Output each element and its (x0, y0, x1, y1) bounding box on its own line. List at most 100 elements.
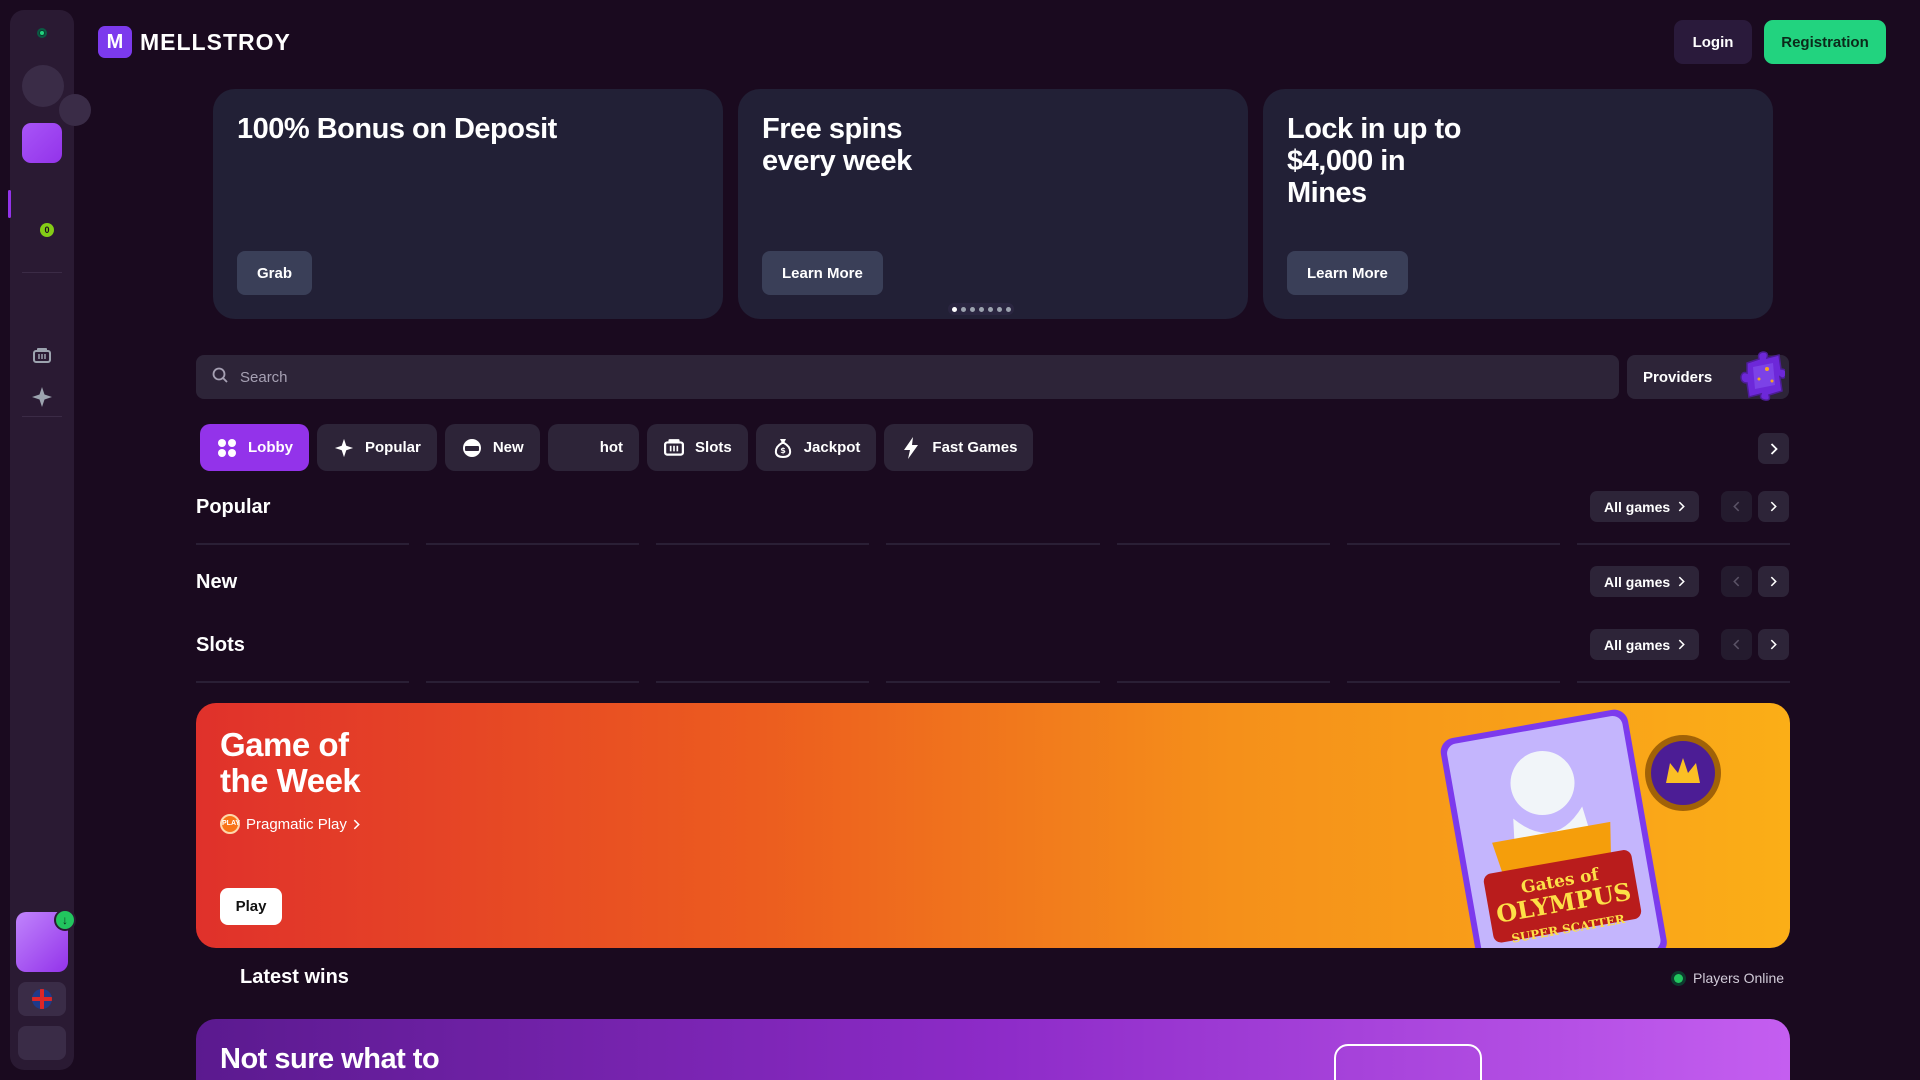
grid-icon (216, 437, 238, 459)
promo-title: Lock in up to $4,000 in Mines (1287, 113, 1461, 209)
logo-text: MELLSTROY (140, 28, 291, 55)
registration-button[interactable]: Registration (1764, 20, 1886, 64)
tab-jackpot[interactable]: $ Jackpot (755, 424, 877, 471)
sparkle-icon (333, 437, 355, 459)
sparkle-icon[interactable] (28, 383, 56, 411)
providers-button[interactable]: Providers (1627, 351, 1789, 401)
all-games-button[interactable]: All games (1590, 566, 1700, 597)
promo-card-mines[interactable]: Lock in up to $4,000 in Mines Learn More (1263, 89, 1773, 319)
not-sure-banner: Not sure what to (196, 1019, 1790, 1080)
prev-button[interactable] (1721, 491, 1752, 522)
online-dot-icon (1674, 973, 1683, 983)
uk-flag-icon (32, 989, 52, 1009)
sidebar-avatar[interactable] (22, 65, 64, 107)
download-icon: ↓ (54, 909, 76, 931)
chevron-right-icon (1678, 501, 1685, 512)
gotw-title-line: the Week (220, 762, 361, 799)
slot-machine-icon (663, 437, 685, 459)
game-cover-art[interactable]: Gates of OLYMPUS SUPER SCATTER (1438, 703, 1738, 948)
sidebar-divider (22, 416, 62, 417)
login-button[interactable]: Login (1674, 20, 1752, 64)
chevron-left-icon (1733, 501, 1740, 512)
search-bar (196, 355, 1619, 399)
carousel-dot[interactable] (951, 306, 957, 312)
tab-label: Jackpot (803, 439, 861, 456)
tab-label: Slots (695, 439, 732, 456)
search-input[interactable] (240, 368, 1540, 386)
section-title-slots: Slots (196, 634, 245, 656)
next-button[interactable] (1758, 491, 1789, 522)
grab-button[interactable]: Grab (237, 251, 313, 295)
all-games-button[interactable]: All games (1590, 629, 1700, 660)
sidebar-settings-button[interactable] (18, 1026, 66, 1060)
pragmatic-play-logo: PLAY (220, 814, 240, 834)
provider-name: Pragmatic Play (246, 815, 347, 833)
carousel-dots (948, 303, 1014, 315)
learn-more-button[interactable]: Learn More (1287, 251, 1408, 295)
gotw-title-line: Game of (220, 726, 349, 763)
money-bag-icon: $ (772, 437, 794, 459)
sidebar-casino-button[interactable] (22, 123, 62, 163)
carousel-dot[interactable] (1005, 306, 1011, 312)
logo[interactable]: M MELLSTROY (98, 26, 291, 58)
all-games-label: All games (1604, 498, 1671, 515)
prev-button[interactable] (1721, 566, 1752, 597)
puzzle-icon (1740, 351, 1785, 401)
tab-lobby[interactable]: Lobby (200, 424, 309, 471)
section-title-new: New (196, 571, 238, 593)
game-of-the-week-banner: Game of the Week PLAY Pragmatic Play Pla… (196, 703, 1790, 948)
lightning-icon (900, 436, 922, 459)
promo-card-bonus[interactable]: 100% Bonus on Deposit Grab (213, 89, 723, 319)
status-dot (37, 28, 47, 38)
carousel-dot[interactable] (960, 306, 966, 312)
all-games-label: All games (1604, 636, 1671, 653)
new-badge-icon (461, 437, 483, 459)
all-games-label: All games (1604, 573, 1671, 590)
learn-more-button[interactable]: Learn More (762, 251, 883, 295)
players-online: Players Online (1674, 970, 1784, 986)
chevron-right-icon (1678, 639, 1685, 650)
next-button[interactable] (1758, 566, 1789, 597)
banner-button[interactable] (1334, 1044, 1482, 1080)
chevron-right-icon (1678, 576, 1685, 587)
sidebar-toggle[interactable] (59, 94, 91, 126)
carousel-dot[interactable] (996, 306, 1002, 312)
search-icon (212, 367, 228, 388)
chevron-right-icon (1770, 639, 1777, 650)
tab-slots[interactable]: Slots (647, 424, 748, 471)
latest-wins-title: Latest wins (240, 966, 349, 988)
all-games-button[interactable]: All games (1590, 491, 1700, 522)
tab-label: Fast Games (932, 439, 1018, 456)
play-button[interactable]: Play (220, 888, 282, 925)
next-button[interactable] (1758, 629, 1789, 660)
download-app-button[interactable]: ↓ (16, 909, 76, 972)
logo-icon: M (98, 26, 132, 58)
tab-label: New (492, 439, 524, 456)
gotw-title: Game of the Week (220, 726, 361, 799)
tab-fast-games[interactable]: Fast Games (884, 424, 1034, 471)
promo-title: 100% Bonus on Deposit (237, 113, 557, 145)
chevron-right-icon (353, 819, 360, 829)
tab-label: hot (599, 439, 624, 456)
tab-popular[interactable]: Popular (317, 424, 437, 471)
promo-card-free-spins[interactable]: Free spins every week Learn More (738, 89, 1248, 319)
carousel-dot[interactable] (969, 306, 975, 312)
prev-button[interactable] (1721, 629, 1752, 660)
chevron-left-icon (1733, 576, 1740, 587)
providers-label: Providers (1643, 368, 1713, 386)
provider-link[interactable]: PLAY Pragmatic Play (220, 814, 360, 834)
sidebar-divider (22, 272, 62, 273)
tab-hot[interactable]: hot (547, 424, 640, 471)
tab-new[interactable]: New (444, 424, 540, 471)
section-title-popular: Popular (196, 496, 271, 518)
language-selector[interactable] (18, 982, 66, 1016)
slot-machine-icon[interactable] (28, 342, 56, 370)
carousel-dot[interactable] (978, 306, 984, 312)
chevron-right-icon (1770, 442, 1778, 455)
carousel-dot[interactable] (987, 306, 993, 312)
players-online-label: Players Online (1693, 970, 1785, 986)
svg-text:$: $ (780, 446, 786, 455)
chevron-left-icon (1733, 639, 1740, 650)
tab-label: Lobby (248, 439, 293, 456)
tabs-next-button[interactable] (1758, 433, 1789, 464)
